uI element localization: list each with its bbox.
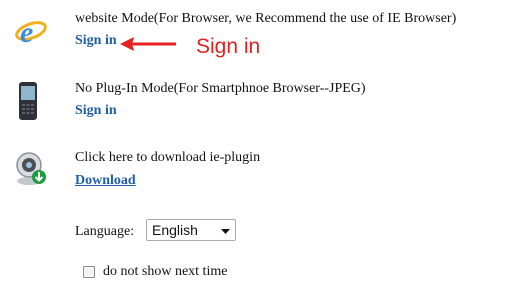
chevron-down-icon bbox=[221, 222, 230, 238]
language-label: Language: bbox=[75, 224, 135, 239]
plugin-download-link[interactable]: Download bbox=[75, 173, 136, 189]
smartphone-icon bbox=[17, 81, 39, 121]
webcam-download-icon bbox=[14, 150, 48, 188]
do-not-show-checkbox[interactable] bbox=[83, 266, 95, 278]
svg-text:e: e bbox=[20, 16, 33, 48]
language-selected-value: English bbox=[152, 222, 198, 238]
annotation-arrow bbox=[118, 33, 180, 51]
plugin-download-title: Click here to download ie-plugin bbox=[75, 150, 261, 165]
ie-browser-icon: e bbox=[14, 16, 48, 49]
website-sign-in-link[interactable]: Sign in bbox=[75, 33, 117, 49]
no-plugin-sign-in-link[interactable]: Sign in bbox=[75, 103, 117, 119]
no-plugin-mode-title: No Plug-In Mode(For Smartphnoe Browser--… bbox=[75, 81, 366, 96]
language-select[interactable]: English bbox=[146, 219, 236, 241]
annotation-label: Sign in bbox=[196, 35, 261, 58]
website-mode-title: website Mode(For Browser, we Recommend t… bbox=[75, 11, 457, 26]
do-not-show-label: do not show next time bbox=[103, 264, 228, 279]
